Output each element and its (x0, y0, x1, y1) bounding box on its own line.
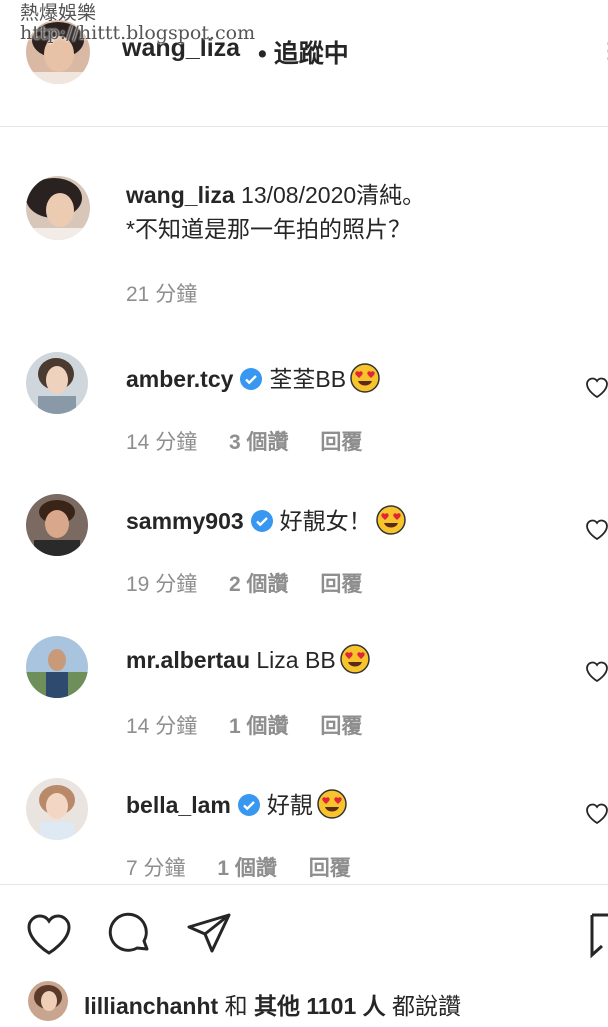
caption-line-1: 13/08/2020清純。 (241, 182, 426, 208)
comment-meta: 19 分鐘 2 個讚 回覆 (126, 568, 388, 598)
comment-meta: 14 分鐘 3 個讚 回覆 (126, 426, 388, 456)
commenter-avatar[interactable] (26, 778, 88, 840)
comment-time: 7 分鐘 (126, 857, 186, 880)
comment-username[interactable]: sammy903 (126, 508, 244, 534)
comment-item: mr.albertau Liza BB 14 分鐘 1 個讚 回覆 (0, 634, 608, 774)
like-comment-heart-icon[interactable] (584, 800, 608, 826)
reply-button[interactable]: 回覆 (309, 857, 351, 880)
verified-badge-icon (237, 794, 260, 816)
comment-time: 14 分鐘 (126, 431, 198, 454)
liked-by-others[interactable]: 其他 1101 人 (254, 993, 386, 1019)
reply-button[interactable]: 回覆 (320, 431, 362, 454)
comment-text: 荃荃BB (269, 366, 347, 392)
verified-badge-icon (240, 368, 263, 390)
comment-username[interactable]: amber.tcy (126, 366, 233, 392)
comment-item: amber.tcy 荃荃BB 14 分鐘 3 個讚 回覆 (0, 350, 608, 490)
post-footer: lillianchanht 和 其他 1101 人 都說讚 (0, 884, 608, 1027)
comment-time: 14 分鐘 (126, 715, 198, 738)
verified-badge-icon (250, 510, 273, 532)
comment-text: 好靚 (266, 792, 313, 818)
caption-line-2: *不知道是那一年拍的照片？ (126, 216, 411, 242)
heart-eyes-emoji-icon (375, 505, 406, 535)
comment-likes[interactable]: 2 個讚 (229, 573, 289, 596)
reply-button[interactable]: 回覆 (320, 715, 362, 738)
like-comment-heart-icon[interactable] (584, 374, 608, 400)
comment-time: 19 分鐘 (126, 573, 198, 596)
comment-line: mr.albertau Liza BB (126, 644, 370, 674)
caption-time: 21 分鐘 (126, 283, 198, 306)
comment-bubble-icon[interactable] (104, 909, 154, 959)
comment-text: Liza BB (256, 647, 336, 673)
comment-line: sammy903 好靚女！ (126, 502, 406, 536)
liked-by-username[interactable]: lillianchanht (84, 993, 218, 1019)
commenter-avatar[interactable] (26, 636, 88, 698)
like-comment-heart-icon[interactable] (584, 658, 608, 684)
comment-meta: 14 分鐘 1 個讚 回覆 (126, 710, 388, 740)
more-options-icon[interactable]: ⋮ (598, 38, 608, 64)
comment-item: sammy903 好靚女！ 19 分鐘 2 個讚 回覆 (0, 492, 608, 632)
comment-line: bella_lam 好靚 (126, 786, 347, 820)
liked-by-text: lillianchanht 和 其他 1101 人 都說讚 (84, 987, 461, 1021)
share-send-icon[interactable] (184, 909, 234, 959)
like-heart-icon[interactable] (24, 909, 74, 959)
comment-username[interactable]: bella_lam (126, 792, 231, 818)
commenter-avatar[interactable] (26, 352, 88, 414)
comment-text: 好靚女！ (279, 508, 372, 534)
caption-text: wang_liza 13/08/2020清純。 *不知道是那一年拍的照片？ (126, 178, 596, 246)
reply-button[interactable]: 回覆 (320, 573, 362, 596)
caption-avatar[interactable] (26, 176, 90, 240)
watermark-title: 熱爆娛樂 (20, 2, 97, 24)
caption-username[interactable]: wang_liza (126, 182, 235, 208)
comment-likes[interactable]: 3 個讚 (229, 431, 289, 454)
comment-likes[interactable]: 1 個讚 (217, 857, 277, 880)
comment-line: amber.tcy 荃荃BB (126, 360, 380, 394)
liked-by-avatar[interactable] (28, 981, 68, 1021)
save-bookmark-icon[interactable] (588, 909, 608, 959)
like-comment-heart-icon[interactable] (584, 516, 608, 542)
comment-username[interactable]: mr.albertau (126, 647, 250, 673)
comment-likes[interactable]: 1 個讚 (229, 715, 289, 738)
liked-by-suffix: 都說讚 (392, 993, 462, 1019)
following-status[interactable]: • 追蹤中 (258, 34, 349, 70)
heart-eyes-emoji-icon (350, 363, 380, 393)
heart-eyes-emoji-icon (317, 789, 347, 819)
watermark-url: http://hittt.blogspot.com (20, 21, 256, 44)
liked-by: lillianchanht 和 其他 1101 人 都說讚 (28, 981, 608, 1025)
commenter-avatar[interactable] (26, 494, 88, 556)
comment-meta: 7 分鐘 1 個讚 回覆 (126, 852, 377, 882)
heart-eyes-emoji-icon (339, 644, 370, 674)
watermark: 熱爆娛樂 http://hittt.blogspot.com (20, 2, 256, 44)
liked-by-and: 和 (224, 993, 248, 1019)
